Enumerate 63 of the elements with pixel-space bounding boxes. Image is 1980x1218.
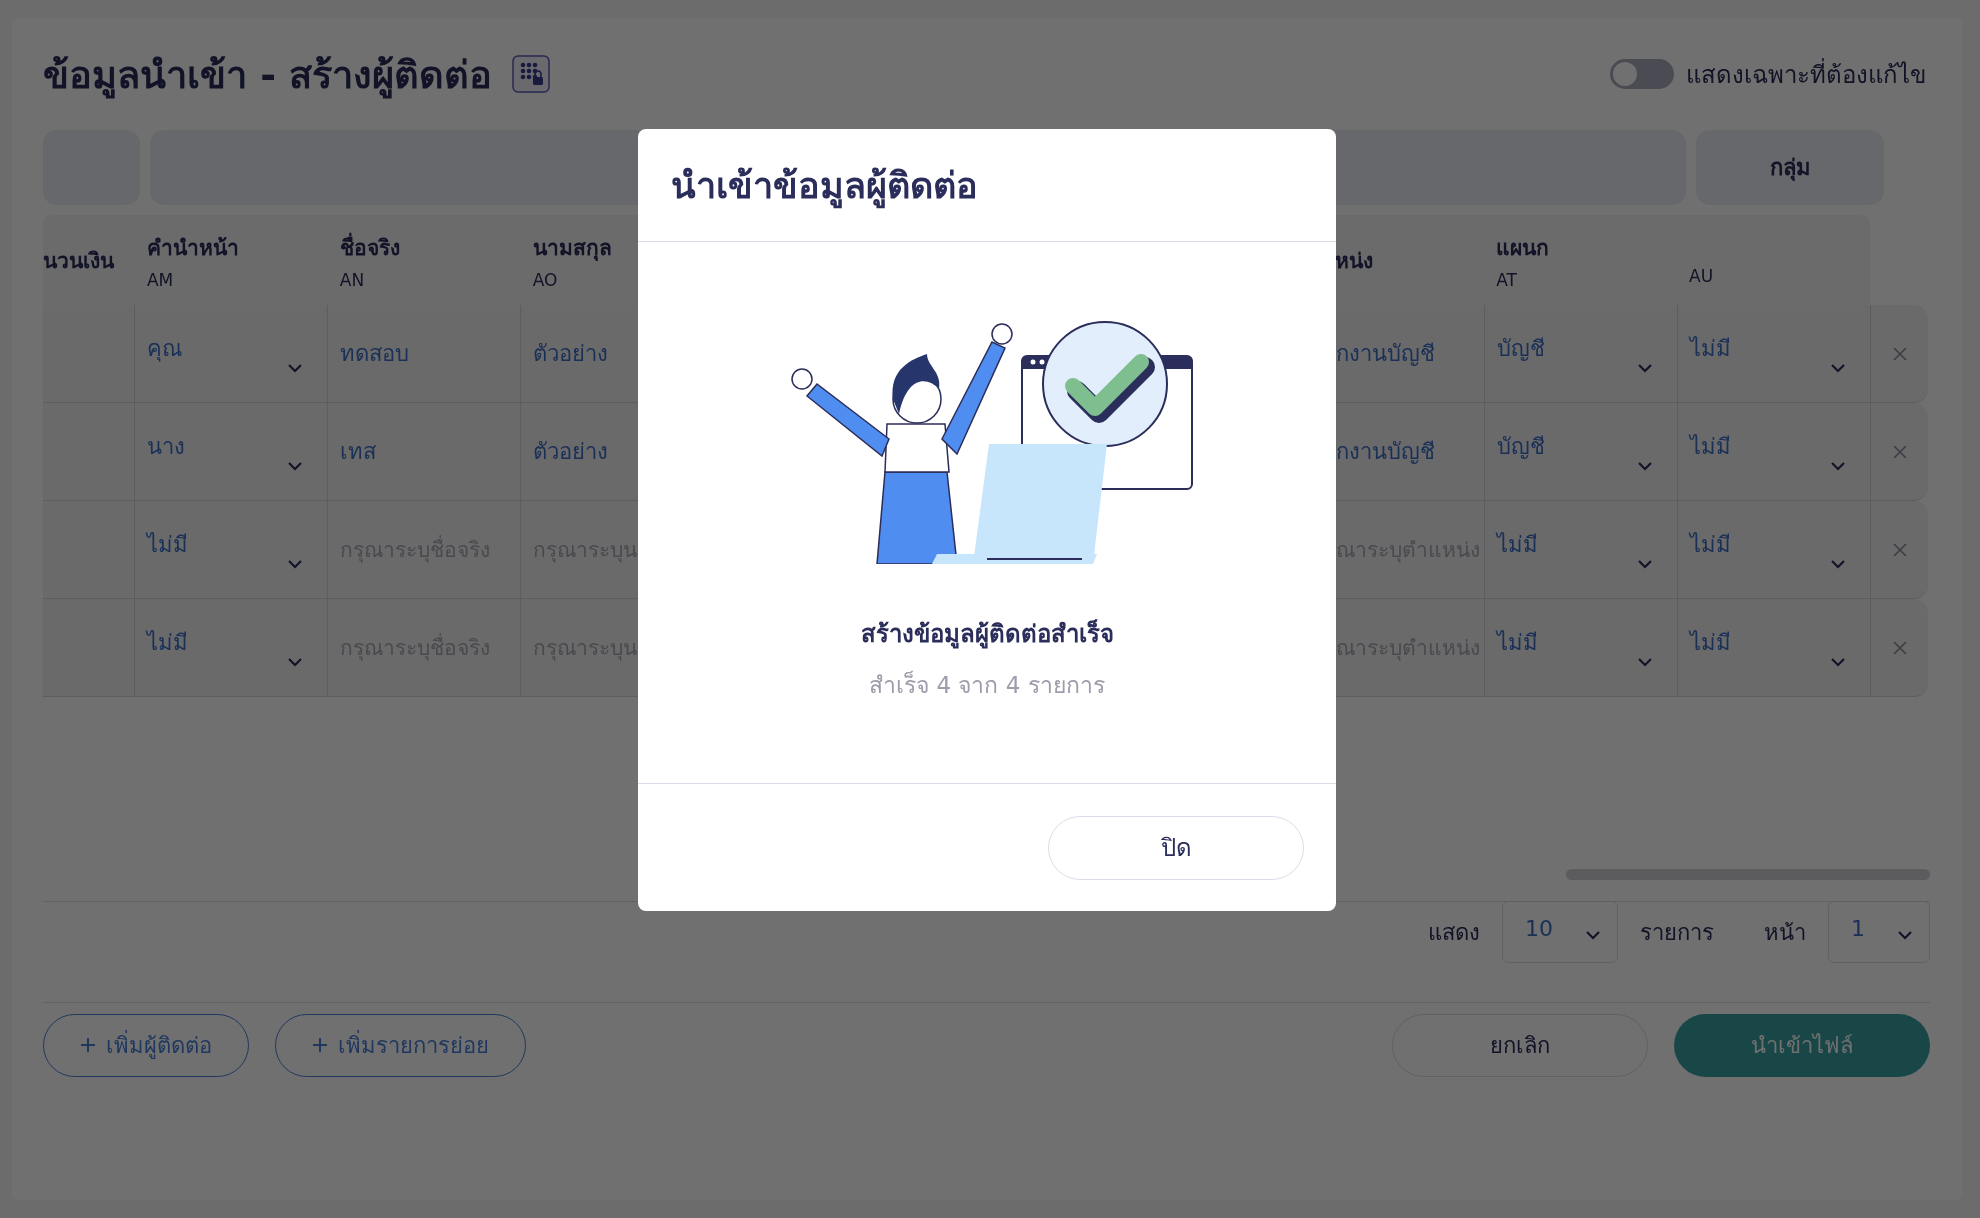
select-field[interactable]: ไม่มี: [1497, 514, 1668, 585]
select-field[interactable]: บัญชี: [1497, 416, 1668, 487]
column-letter: AM: [146, 269, 175, 290]
group-header: กลุ่ม: [1696, 130, 1884, 205]
select-field[interactable]: ไม่มี: [1690, 612, 1860, 683]
success-message: สร้างข้อมูลผู้ติดต่อสำเร็จ: [860, 618, 1114, 651]
page-size-select[interactable]: 10: [1502, 901, 1618, 963]
text-field[interactable]: ตัวอย่าง: [532, 434, 608, 469]
select-field[interactable]: ไม่มี: [1690, 416, 1861, 487]
chevron-down-icon: [1830, 558, 1846, 569]
import-file-button[interactable]: นำเข้าไฟล์: [1674, 1013, 1930, 1077]
chevron-down-icon: [286, 460, 303, 471]
column-header: ชื่อจริง: [339, 230, 521, 264]
column-header: แผนก: [1496, 234, 1551, 262]
plus-icon: [312, 1037, 328, 1053]
grid-lock-icon: [512, 55, 551, 93]
chevron-down-icon: [286, 656, 303, 667]
select-field[interactable]: ไม่มี: [146, 514, 317, 585]
chevron-down-icon: [1830, 656, 1846, 667]
text-field[interactable]: กงานบัญชี: [1336, 336, 1436, 371]
chevron-down-icon: [1637, 362, 1654, 373]
text-field[interactable]: ทดสอบ: [339, 336, 409, 371]
chevron-down-icon: [1637, 656, 1654, 667]
chevron-down-icon: [1830, 460, 1847, 471]
chevron-down-icon: [1897, 930, 1913, 940]
select-field[interactable]: ไม่มี: [1497, 612, 1668, 683]
select-field[interactable]: บัญชี: [1497, 318, 1668, 389]
chevron-down-icon: [1830, 362, 1847, 373]
column-letter: AO: [532, 269, 559, 290]
select-field[interactable]: นาง: [146, 416, 317, 487]
column-header: นวนเงิน: [43, 247, 116, 275]
chevron-down-icon: [1585, 930, 1601, 940]
text-field[interactable]: ตัวอย่าง: [532, 336, 608, 371]
column-letter: AU: [1689, 266, 1715, 286]
select-field[interactable]: ไม่มี: [146, 612, 317, 683]
select-field[interactable]: ไม่มี: [1690, 318, 1861, 389]
text-field[interactable]: กงานบัญชี: [1336, 434, 1436, 469]
chevron-down-icon: [1637, 558, 1654, 569]
add-button[interactable]: เพิ่มรายการย่อย: [275, 1013, 526, 1077]
select-field[interactable]: ไม่มี: [1690, 514, 1860, 585]
cancel-button[interactable]: ยกเลิก: [1392, 1013, 1648, 1077]
items-label: รายการ: [1640, 918, 1714, 947]
close-button[interactable]: ปิด: [1048, 815, 1304, 880]
chevron-down-icon: [286, 362, 303, 373]
select-field[interactable]: คุณ: [146, 318, 317, 389]
modal-title: นำเข้าข้อมูลผู้ติดต่อ: [671, 156, 978, 214]
column-header: นามสกุล: [532, 234, 613, 263]
page-label: หน้า: [1764, 918, 1806, 947]
success-detail: สำเร็จ 4 จาก 4 รายการ: [869, 669, 1105, 700]
plus-icon: [80, 1037, 96, 1053]
column-header: หน่ง: [1335, 247, 1375, 275]
page-title: ข้อมูลนำเข้า - สร้างผู้ติดต่อ: [43, 51, 493, 101]
add-button[interactable]: เพิ่มผู้ติดต่อ: [43, 1013, 249, 1077]
chevron-down-icon: [286, 558, 303, 569]
column-letter: AT: [1496, 269, 1518, 290]
page-select[interactable]: 1: [1828, 901, 1930, 963]
column-letter: AN: [339, 269, 366, 290]
toggle-label: แสดงเฉพาะที่ต้องแก้ไข: [1686, 57, 1926, 91]
page-size-label: แสดง: [1428, 918, 1480, 947]
toggle-switch[interactable]: [1610, 59, 1674, 89]
text-field[interactable]: เทส: [339, 434, 376, 469]
column-header: คำนำหน้า: [146, 234, 240, 262]
chevron-down-icon: [1637, 460, 1654, 471]
